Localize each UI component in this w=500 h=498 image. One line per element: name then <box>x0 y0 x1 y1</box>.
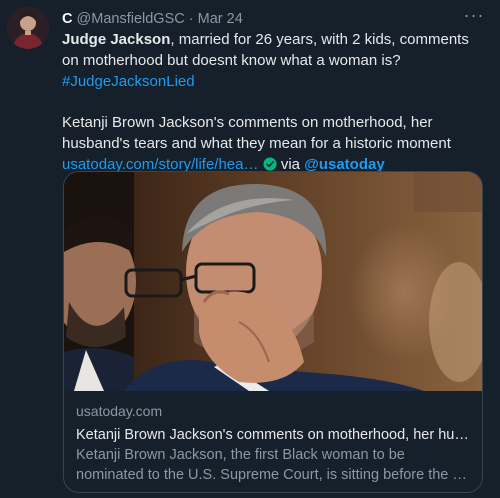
more-options-icon[interactable]: ··· <box>462 6 486 28</box>
avatar[interactable] <box>7 7 49 49</box>
card-photo <box>64 172 482 391</box>
tweet-date[interactable]: Mar 24 <box>198 11 243 27</box>
hashtag-link[interactable]: #JudgeJacksonLied <box>62 73 195 90</box>
card-meta: usatoday.com Ketanji Brown Jackson's com… <box>76 402 470 485</box>
tweet-paragraph-1: Judge Jackson, married for 26 years, wit… <box>62 29 484 92</box>
avatar-image <box>7 7 49 49</box>
author-handle[interactable]: @MansfieldGSC <box>77 11 185 27</box>
tweet-header: C @MansfieldGSC · Mar 24 <box>62 9 484 29</box>
tweet-paragraph-2: Ketanji Brown Jackson's comments on moth… <box>62 112 484 175</box>
bold-mention: Judge Jackson <box>62 31 171 48</box>
tweet[interactable]: C @MansfieldGSC · Mar 24 ··· Judge Jacks… <box>0 0 500 498</box>
author-name[interactable]: C <box>62 11 72 27</box>
separator-dot: · <box>188 11 194 27</box>
link-preview-card[interactable]: usatoday.com Ketanji Brown Jackson's com… <box>63 171 483 493</box>
verified-check-icon <box>263 157 277 171</box>
article-headline-text: Ketanji Brown Jackson's comments on moth… <box>62 114 451 152</box>
card-title[interactable]: Ketanji Brown Jackson's comments on moth… <box>76 425 470 445</box>
card-domain: usatoday.com <box>76 403 163 419</box>
card-description: Ketanji Brown Jackson, the first Black w… <box>76 447 467 483</box>
tweet-text: Judge Jackson, married for 26 years, wit… <box>62 29 484 175</box>
